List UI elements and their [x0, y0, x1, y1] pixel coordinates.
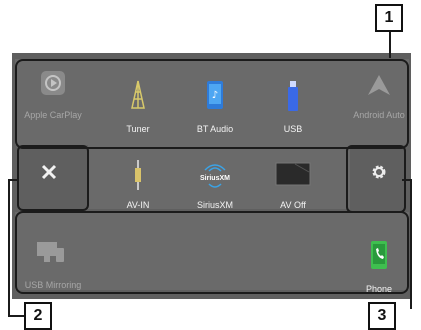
av-off-screen-icon [275, 162, 311, 186]
callout-2-leader-b [8, 315, 24, 317]
callout-3-badge: 3 [368, 302, 396, 330]
av-in-cable-icon [135, 160, 141, 190]
callout-2-leader-v [8, 179, 10, 317]
callout-1-badge: 1 [375, 4, 403, 32]
callout-3-bracket-bottom [15, 211, 409, 294]
callout-3-leader-v [410, 179, 412, 309]
av-off-label: AV Off [280, 200, 306, 210]
callout-3-bracket [346, 145, 406, 213]
siriusxm-logo-text: SiriusXM [200, 175, 230, 182]
av-in-label: AV-IN [126, 200, 150, 210]
callout-2-bracket [17, 145, 89, 211]
callout-1-bracket [15, 59, 409, 149]
siriusxm-logo-icon: SiriusXM [200, 164, 230, 188]
siriusxm-label: SiriusXM [196, 200, 233, 210]
callout-1-leader [389, 30, 391, 58]
callout-2-badge: 2 [24, 302, 52, 330]
